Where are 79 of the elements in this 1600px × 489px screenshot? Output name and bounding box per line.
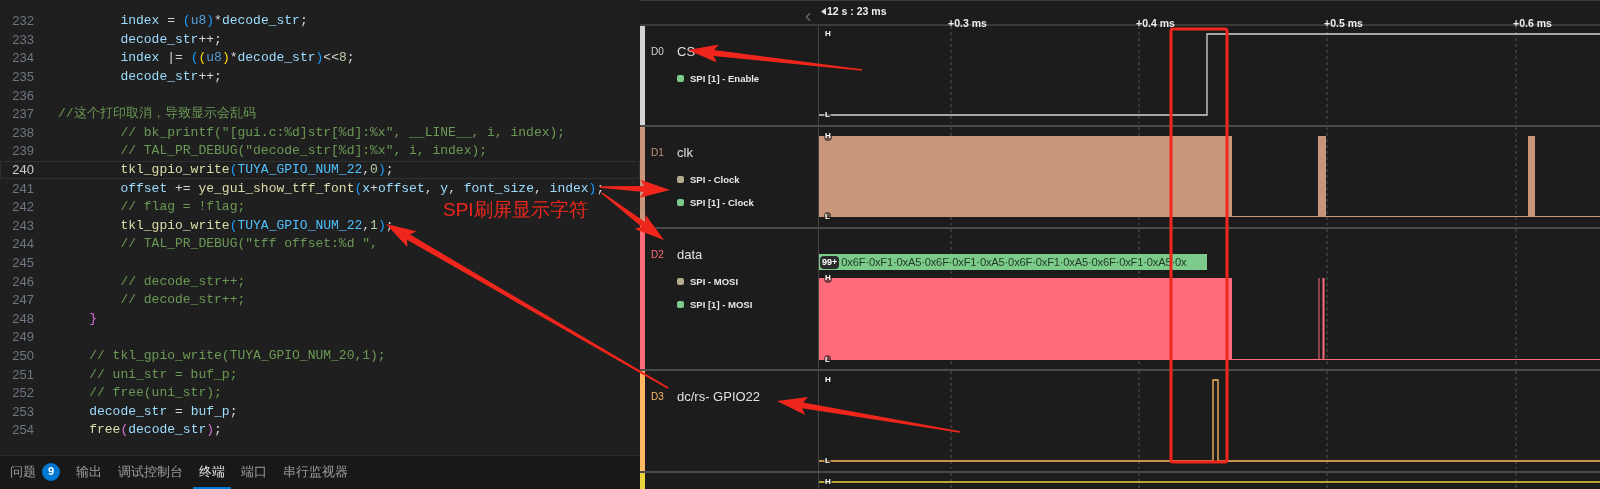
time-tick-label: +0.3 ms	[948, 16, 987, 31]
panel-tab[interactable]: 串行监视器	[277, 456, 354, 489]
line-number: 244	[11, 235, 34, 254]
line-number: 241	[11, 179, 34, 198]
line-number: 245	[11, 254, 34, 272]
channel-id: D2	[651, 248, 665, 263]
line-number: 252	[11, 384, 34, 403]
legend-label: SPI [1] - Clock	[690, 195, 754, 210]
code-line: decode_str++;	[119, 30, 222, 49]
line-number: 238	[11, 123, 34, 142]
panel-tab[interactable]: 问题 9	[4, 456, 66, 489]
channel-name: CS	[677, 43, 696, 61]
line-number: 239	[11, 142, 34, 161]
legend-label: SPI - MOSI	[690, 274, 739, 289]
count-badge: 9	[42, 462, 60, 481]
time-tick-label: +0.4 ms	[1136, 16, 1175, 31]
time-origin: 12 s : 23 ms	[827, 4, 887, 19]
code-line: // decode_str++;	[119, 291, 246, 310]
code-line: //这个打印取消，导致显示会乱码	[58, 105, 256, 124]
code-line: decode_str = buf_p;	[88, 402, 238, 421]
time-tick-label: +0.6 ms	[1513, 16, 1552, 31]
legend-label: SPI [1] - MOSI	[690, 297, 753, 312]
channel-id: D1	[651, 146, 665, 161]
line-number: 250	[11, 347, 34, 365]
low-level-label: L	[824, 456, 831, 466]
code-line: tkl_gpio_write(TUYA_GPIO_NUM_22,0);	[119, 161, 394, 180]
code-line: index |= ((u8)*decode_str)<<8;	[119, 49, 355, 68]
line-number: 254	[11, 421, 34, 440]
high-level-label: H	[824, 477, 832, 487]
high-level-label: H	[824, 131, 832, 141]
annotation-label: SPI刷屏显示字符	[443, 198, 588, 222]
line-number: 242	[11, 198, 34, 217]
panel-tab[interactable]: 终端	[193, 456, 231, 489]
channel-name: dc/rs- GPIO22	[677, 388, 761, 406]
low-level-label: L	[824, 355, 831, 365]
line-number: 251	[11, 365, 34, 384]
line-number: 236	[11, 86, 34, 105]
panel-tab[interactable]: 调试控制台	[112, 456, 189, 489]
high-level-label: H	[824, 273, 832, 283]
code-line: // uni_str = buf_p;	[88, 365, 238, 384]
code-line: // TAL_PR_DEBUG("tff offset:%d ",	[119, 235, 379, 254]
channel-name: clk	[677, 144, 693, 162]
line-number: 232	[11, 12, 34, 31]
channel-name: data	[677, 246, 703, 264]
code-line: index = (u8)*decode_str;	[119, 12, 308, 31]
line-number: 234	[11, 49, 34, 68]
panel-tab[interactable]: 输出	[70, 456, 108, 489]
code-line: free(decode_str);	[88, 421, 222, 440]
line-number: 243	[11, 216, 34, 235]
code-line: offset += ye_gui_show_tff_font(x+offset, y, font_size, index);	[119, 179, 605, 198]
panel-tab[interactable]: 端口	[235, 456, 273, 489]
channel-id: D3	[651, 390, 665, 405]
legend-label: SPI [1] - Enable	[690, 71, 760, 86]
code-line: // tkl_gpio_write(TUYA_GPIO_NUM_20,1);	[88, 347, 386, 365]
code-line: // flag = !flag;	[119, 198, 246, 217]
line-number: 235	[11, 68, 34, 87]
code-line: // bk_printf("[gui.c:%d]str[%d]:%x", __LINE__, i, index);	[119, 123, 566, 142]
high-level-label: H	[824, 29, 832, 39]
code-line: // free(uni_str);	[88, 384, 222, 403]
line-number: 247	[11, 291, 34, 310]
line-number: 233	[11, 30, 34, 49]
code-line: // TAL_PR_DEBUG("decode_str[%d]:%x", i, index);	[119, 142, 488, 161]
line-number: 248	[11, 309, 34, 328]
code-line: }	[88, 309, 97, 328]
high-level-label: H	[824, 375, 832, 385]
count-badge: 99+	[820, 255, 840, 269]
low-level-label: L	[824, 212, 831, 222]
code-line: // decode_str++;	[119, 272, 246, 291]
triangle-left-icon	[821, 8, 826, 16]
low-level-label: L	[824, 110, 831, 120]
channel-id: D0	[651, 45, 665, 60]
line-number: 237	[11, 105, 34, 124]
line-number: 246	[11, 272, 34, 291]
code-line: decode_str++;	[119, 68, 222, 87]
line-number: 253	[11, 402, 34, 421]
line-number: 240	[11, 161, 34, 180]
time-tick-label: +0.5 ms	[1324, 16, 1363, 31]
line-number: 249	[11, 328, 34, 347]
legend-label: SPI - Clock	[690, 172, 740, 187]
